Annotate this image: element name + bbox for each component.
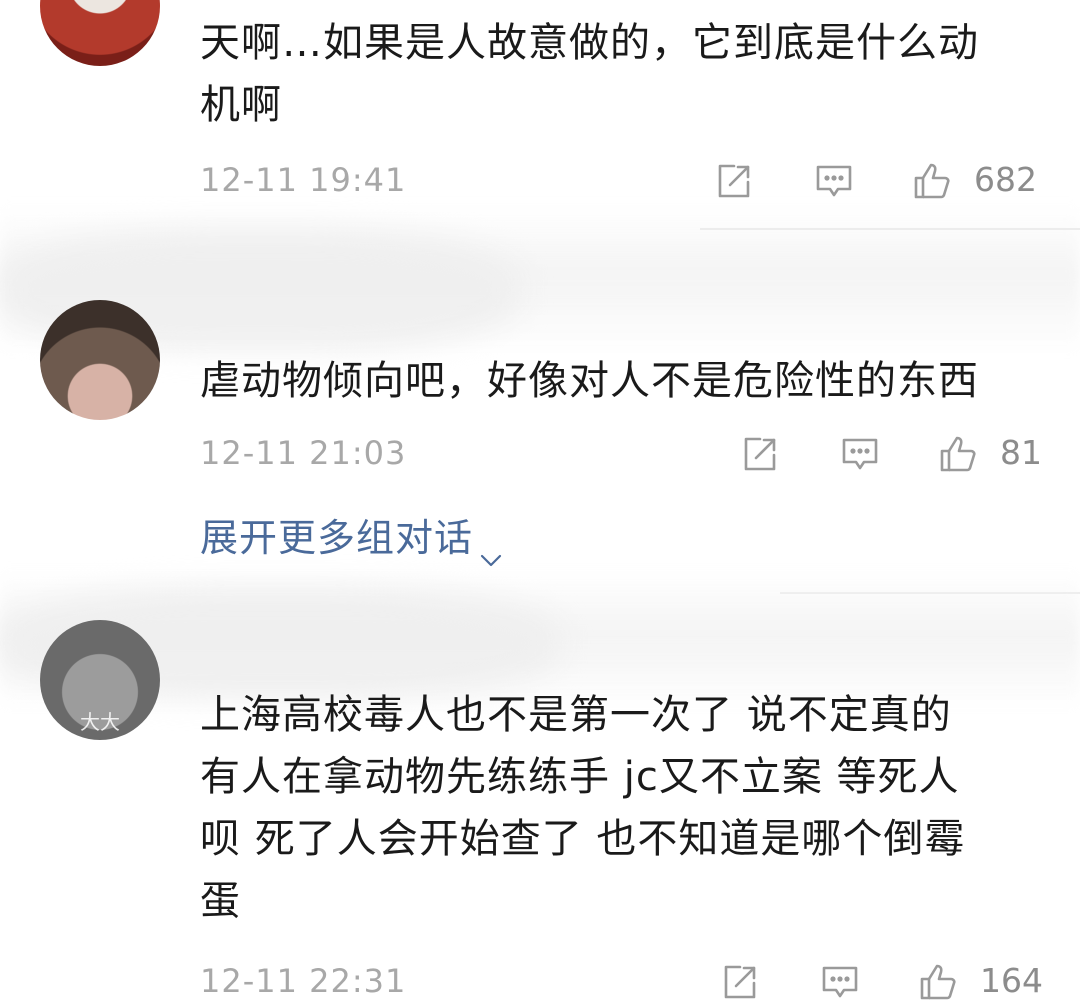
like-count: 81 <box>1000 433 1042 472</box>
comment-meta: 12-11 21:03 81 <box>200 428 1042 478</box>
comment-icon[interactable] <box>820 962 860 1002</box>
avatar[interactable] <box>40 300 160 420</box>
share-icon[interactable] <box>720 962 760 1002</box>
avatar-caption: 大大 <box>80 710 120 734</box>
comment-text: 上海高校毒人也不是第一次了 说不定真的 有人在拿动物先练练手 jc又不立案 等死… <box>200 692 966 924</box>
thumbs-up-icon[interactable] <box>918 962 958 1002</box>
share-icon[interactable] <box>740 434 780 474</box>
timestamp: 12-11 19:41 <box>200 161 407 199</box>
comment-text: 天啊…如果是人故意做的，它到底是什么动 机啊 <box>200 20 979 128</box>
comment-text: 虐动物倾向吧，好像对人不是危险性的东西 <box>200 358 979 404</box>
expand-more-label: 展开更多组对话 <box>200 516 474 560</box>
comment-item: 大大 上海高校毒人也不是第一次了 说不定真的 有人在拿动物先练练手 jc又不立案… <box>0 620 1080 1000</box>
avatar[interactable] <box>40 0 160 66</box>
timestamp: 12-11 22:31 <box>200 962 407 1000</box>
timestamp: 12-11 21:03 <box>200 434 407 472</box>
divider <box>700 228 1080 230</box>
thumbs-up-icon[interactable] <box>912 161 952 201</box>
like-count: 164 <box>980 961 1043 1000</box>
like-count: 682 <box>974 160 1037 199</box>
comment-icon[interactable] <box>840 434 880 474</box>
chevron-down-icon <box>479 529 503 566</box>
thumbs-up-icon[interactable] <box>938 434 978 474</box>
comment-item: 虐动物倾向吧，好像对人不是危险性的东西 12-11 21:03 81 <box>0 300 1080 500</box>
share-icon[interactable] <box>714 161 754 201</box>
comment-item: 天啊…如果是人故意做的，它到底是什么动 机啊 12-11 19:41 682 <box>0 0 1080 220</box>
comment-meta: 12-11 19:41 682 <box>200 155 1040 205</box>
expand-more-conversations-link[interactable]: 展开更多组对话 <box>200 508 503 568</box>
comment-meta: 12-11 22:31 164 <box>200 956 1043 1006</box>
avatar[interactable]: 大大 <box>40 620 160 740</box>
divider <box>780 592 1080 594</box>
comment-icon[interactable] <box>814 161 854 201</box>
